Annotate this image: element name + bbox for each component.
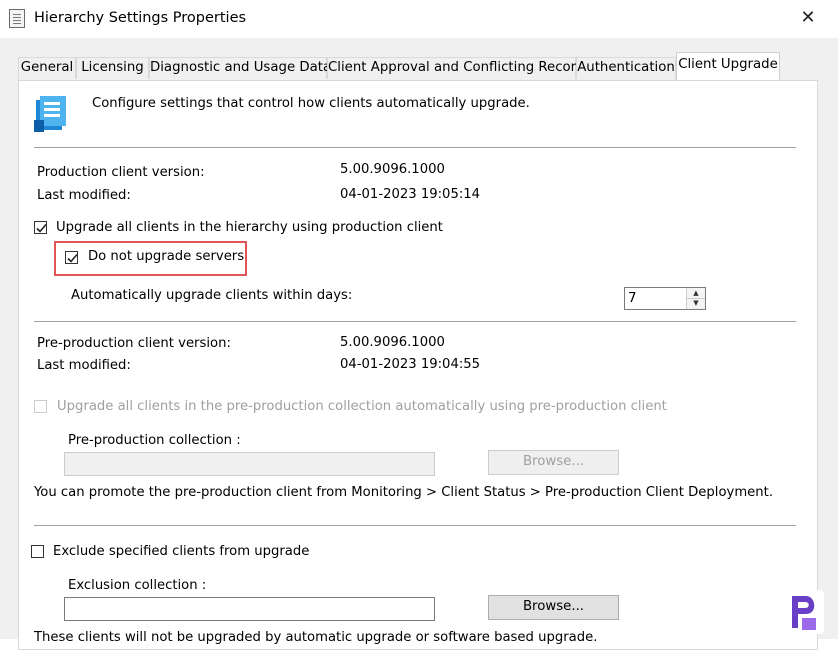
exclusion-collection-label: Exclusion collection :	[68, 578, 207, 593]
tab-strip: General Licensing Diagnostic and Usage D…	[0, 38, 838, 81]
dialog-margin-right	[818, 38, 838, 639]
do-not-upgrade-servers-label[interactable]: Do not upgrade servers	[88, 249, 244, 264]
dialog-margin-left	[0, 38, 18, 639]
checkmark-icon	[67, 253, 78, 263]
intro-text: Configure settings that control how clie…	[92, 96, 530, 111]
tab-general[interactable]: General	[18, 57, 76, 79]
tab-licensing[interactable]: Licensing	[76, 57, 149, 79]
preproduction-collection-field[interactable]	[64, 452, 435, 476]
preproduction-modified-value: 04-01-2023 19:04:55	[340, 357, 481, 372]
preproduction-modified-label: Last modified:	[37, 358, 131, 373]
preproduction-version-label: Pre-production client version:	[37, 336, 231, 351]
upgrade-days-label: Automatically upgrade clients within day…	[71, 288, 353, 303]
separator-top	[34, 147, 796, 148]
tab-client-upgrade[interactable]: Client Upgrade	[676, 52, 780, 80]
separator-bottom	[34, 525, 796, 526]
production-version-label: Production client version:	[37, 165, 205, 180]
preproduction-browse-button[interactable]: Browse...	[488, 450, 619, 475]
preproduction-version-value: 5.00.9096.1000	[340, 335, 445, 350]
exclude-clients-checkbox[interactable]	[31, 545, 44, 558]
upgrade-days-value[interactable]: 7	[628, 290, 637, 306]
preproduction-upgrade-checkbox[interactable]	[34, 400, 47, 413]
separator-middle	[34, 321, 796, 322]
exclusion-collection-field[interactable]	[64, 597, 435, 621]
promote-info-text: You can promote the pre-production clien…	[34, 485, 774, 500]
preproduction-upgrade-label: Upgrade all clients in the pre-productio…	[57, 399, 667, 414]
close-button[interactable]: ✕	[796, 6, 820, 30]
upgrade-all-checkbox[interactable]	[34, 221, 47, 234]
checkmark-icon	[36, 223, 47, 233]
production-modified-value: 04-01-2023 19:05:14	[340, 187, 481, 202]
client-upgrade-icon	[34, 96, 66, 132]
do-not-upgrade-servers-checkbox[interactable]	[65, 251, 78, 264]
exclusion-footer-text: These clients will not be upgraded by au…	[34, 630, 598, 645]
upgrade-days-spinner[interactable]: 7 ▲ ▼	[624, 287, 706, 310]
brand-logo-icon	[780, 590, 824, 634]
exclusion-browse-button[interactable]: Browse...	[488, 595, 619, 620]
upgrade-all-label[interactable]: Upgrade all clients in the hierarchy usi…	[56, 220, 443, 235]
window-title: Hierarchy Settings Properties	[34, 10, 247, 26]
tab-client-approval[interactable]: Client Approval and Conflicting Records	[327, 57, 591, 79]
production-version-value: 5.00.9096.1000	[340, 162, 445, 177]
preproduction-collection-label: Pre-production collection :	[68, 433, 241, 448]
tab-diagnostic-usage-data[interactable]: Diagnostic and Usage Data	[149, 57, 331, 79]
properties-window-icon	[9, 9, 25, 28]
exclude-clients-label[interactable]: Exclude specified clients from upgrade	[53, 544, 309, 559]
spinner-down-icon[interactable]: ▼	[687, 298, 705, 308]
production-modified-label: Last modified:	[37, 188, 131, 203]
title-bar: Hierarchy Settings Properties ✕	[0, 0, 838, 38]
tab-authentication[interactable]: Authentication	[576, 57, 676, 79]
spinner-buttons: ▲ ▼	[686, 288, 705, 309]
